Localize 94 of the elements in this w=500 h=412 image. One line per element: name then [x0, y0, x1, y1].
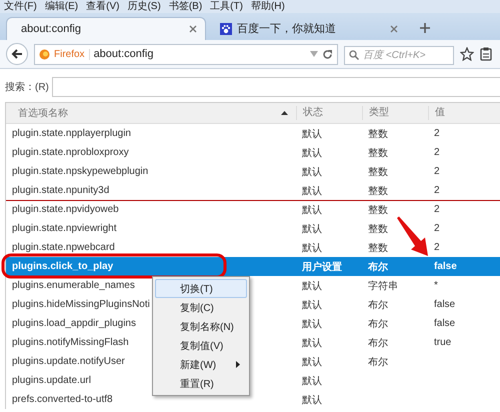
pref-name[interactable]: plugins.update.notifyUser: [6, 356, 125, 367]
pref-status: 默认: [301, 394, 323, 406]
menu-item[interactable]: 复制名称(N): [155, 317, 247, 336]
pref-name[interactable]: plugins.load_appdir_plugins: [6, 318, 136, 329]
menu-item[interactable]: 新建(W): [155, 355, 247, 374]
pref-name[interactable]: plugin.state.npwebcard: [6, 242, 115, 253]
pref-status: 默认: [301, 336, 323, 350]
pref-type: 整数: [367, 166, 389, 178]
pref-status: 默认: [301, 204, 323, 216]
pref-name[interactable]: prefs.converted-to-utf8: [6, 394, 113, 405]
pref-status: 默认: [301, 242, 323, 254]
menu-item[interactable]: 帮助(H): [250, 0, 285, 13]
pref-value: 2: [433, 166, 441, 177]
table-row[interactable]: plugins.click_to_play 用户设置 布尔 false: [6, 257, 500, 276]
pref-name: plugins.click_to_play: [11, 261, 114, 272]
pref-value: 2: [433, 128, 441, 139]
pref-status: 默认: [301, 222, 323, 236]
pref-name[interactable]: plugins.notifyMissingFlash: [6, 337, 129, 348]
pref-value: true: [433, 337, 452, 348]
pref-type: 布尔: [367, 318, 389, 330]
pref-status: 默认: [301, 184, 323, 198]
browser-tab[interactable]: 百度一下，你就知道: [206, 17, 406, 40]
pref-value: false: [433, 318, 456, 329]
pref-type: 整数: [367, 242, 389, 254]
column-header[interactable]: 状态: [296, 106, 362, 120]
pref-status: 默认: [301, 128, 323, 140]
pref-type: 整数: [367, 146, 389, 160]
pref-status: 默认: [301, 356, 323, 368]
search-label: 搜索：(R): [5, 80, 49, 94]
pref-value: 2: [433, 242, 441, 253]
pref-value: 2: [433, 223, 441, 234]
pref-type: 整数: [367, 128, 389, 140]
pref-value: 2: [433, 204, 441, 215]
column-header[interactable]: 首选项名称: [6, 106, 296, 120]
menu-item[interactable]: 工具(T): [210, 0, 243, 13]
pref-name[interactable]: plugins.enumerable_names: [6, 280, 135, 291]
close-icon[interactable]: [189, 25, 197, 33]
menu-item[interactable]: 重置(R): [155, 374, 247, 393]
pref-status: 默认: [301, 146, 323, 160]
pref-status: 默认: [301, 280, 323, 292]
search-icon: [349, 50, 359, 60]
pref-type: 整数: [367, 222, 389, 236]
back-arrow-icon: [11, 48, 23, 60]
menu-item[interactable]: 书签(B): [168, 0, 202, 13]
menu-item[interactable]: 复制值(V): [155, 336, 247, 355]
pref-type: 整数: [367, 204, 389, 216]
pref-name[interactable]: plugin.state.npskypewebplugin: [6, 166, 148, 177]
pref-type: 布尔: [367, 356, 389, 368]
pref-status: 默认: [301, 318, 323, 330]
menu-item[interactable]: 文件(F): [4, 0, 37, 13]
close-icon[interactable]: [390, 24, 398, 32]
pref-type: 字符串: [367, 280, 399, 292]
address-bar[interactable]: Firefox about:config: [34, 44, 338, 64]
browser-tab[interactable]: about:config: [6, 17, 206, 40]
menu-item[interactable]: 编辑(E): [44, 0, 78, 13]
pref-value: *: [433, 280, 439, 291]
pref-name[interactable]: plugins.update.url: [6, 375, 91, 386]
column-header[interactable]: 值: [428, 106, 500, 120]
menu-item[interactable]: 历史(S): [127, 0, 161, 13]
menu-item[interactable]: 切换(T): [155, 279, 247, 298]
pref-type: 布尔: [366, 260, 389, 274]
pref-type: 布尔: [367, 298, 389, 312]
pref-value: 2: [433, 185, 441, 196]
column-header[interactable]: 类型: [362, 106, 428, 120]
pref-status: 用户设置: [301, 260, 343, 274]
paw-icon: [220, 22, 232, 34]
pref-name[interactable]: plugin.state.npvidyoweb: [6, 204, 119, 215]
url-text: about:config: [94, 48, 154, 60]
pref-name[interactable]: plugin.state.npviewright: [6, 223, 117, 234]
new-tab-icon[interactable]: [418, 21, 432, 35]
pref-value: false: [433, 299, 456, 310]
identity-label: Firefox: [54, 48, 90, 60]
menu-item[interactable]: 复制(C): [155, 298, 247, 317]
pref-name[interactable]: plugin.state.nprobloxproxy: [6, 147, 129, 158]
pref-name[interactable]: plugins.hideMissingPluginsNoti: [6, 299, 150, 310]
annotation-arrow: [397, 216, 428, 256]
pref-type: 整数: [367, 184, 389, 198]
search-field[interactable]: [52, 77, 500, 97]
pref-status: 默认: [301, 374, 323, 388]
pref-name[interactable]: plugin.state.npplayerplugin: [6, 128, 131, 139]
sort-icon: [281, 111, 288, 115]
pref-value: false: [433, 261, 458, 272]
pref-status: 默认: [301, 298, 323, 312]
clipboard-icon[interactable]: [480, 47, 492, 61]
reload-icon[interactable]: [322, 48, 333, 60]
globe-icon: [39, 48, 50, 60]
pref-name[interactable]: plugin.state.npunity3d: [6, 185, 110, 196]
menu-item[interactable]: 查看(V): [86, 0, 120, 13]
pref-type: 布尔: [367, 336, 389, 350]
pref-value: 2: [433, 147, 441, 158]
pref-status: 默认: [301, 166, 323, 178]
back-button[interactable]: [6, 43, 28, 65]
search-field[interactable]: 百度 <Ctrl+K>: [344, 46, 454, 64]
star-icon[interactable]: [460, 47, 474, 61]
